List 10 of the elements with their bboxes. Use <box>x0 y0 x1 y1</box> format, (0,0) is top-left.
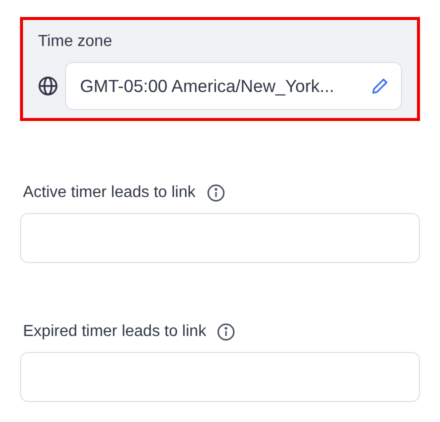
link-input-field[interactable] <box>20 213 420 263</box>
link-input-field[interactable] <box>20 352 420 402</box>
pencil-icon[interactable] <box>371 77 389 95</box>
info-icon[interactable] <box>217 323 236 341</box>
globe-icon <box>38 76 58 96</box>
time-zone-field[interactable]: GMT-05:00 America/New_York... <box>65 62 402 110</box>
field-label: Expired timer leads to link <box>23 323 206 341</box>
field-label: Active timer leads to link <box>23 184 196 202</box>
info-icon[interactable] <box>206 184 225 202</box>
time-zone-label: Time zone <box>38 33 112 50</box>
